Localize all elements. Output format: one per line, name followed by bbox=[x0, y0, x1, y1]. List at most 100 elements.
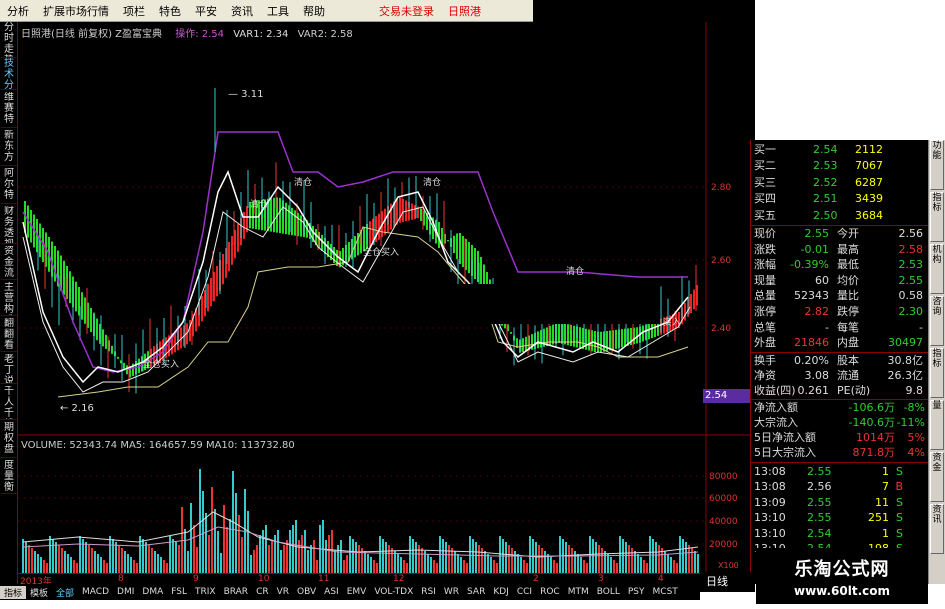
sidebar-tab[interactable]: 技术分析 bbox=[1, 58, 17, 90]
fund-label: 收益(四) bbox=[754, 383, 796, 397]
sidebar-tab[interactable]: 期权盘 bbox=[1, 422, 17, 458]
volume-bar bbox=[316, 560, 318, 573]
indicator-tab[interactable]: VR bbox=[273, 587, 293, 597]
volume-bar bbox=[667, 554, 669, 573]
volume-bar bbox=[397, 554, 399, 573]
x-tick-label: 10 bbox=[258, 574, 270, 584]
indicator-tab[interactable]: EMV bbox=[343, 587, 371, 597]
volume-bar bbox=[511, 548, 513, 573]
menu-item-help[interactable]: 帮助 bbox=[296, 3, 332, 19]
money-flow-row: 净流入额 -106.6万 -8% bbox=[751, 400, 929, 416]
indicator-tab[interactable]: MACD bbox=[78, 587, 113, 597]
annotation-buy-2: 全仓买入 bbox=[363, 246, 399, 258]
sidebar-tab[interactable]: 翻翻看 bbox=[1, 318, 17, 352]
indicator-tab[interactable]: MCST bbox=[649, 587, 682, 597]
indicator-tab[interactable]: BRAR bbox=[220, 587, 252, 597]
indicator-tab[interactable]: 全部 bbox=[52, 586, 78, 599]
volume-bar bbox=[487, 554, 489, 573]
money-flow-row: 5日大宗流入 871.8万 4% bbox=[751, 445, 929, 461]
band-bar bbox=[648, 323, 650, 340]
volume-bar bbox=[76, 563, 78, 573]
sidebar-tab[interactable]: 度量衡 bbox=[1, 460, 17, 494]
tick-price: 2.55 bbox=[807, 511, 832, 525]
volume-bar bbox=[616, 563, 618, 573]
tick-volume: 1 bbox=[882, 464, 889, 478]
volume-bar bbox=[550, 557, 552, 573]
volume-bar bbox=[136, 563, 138, 573]
volume-bar bbox=[472, 539, 474, 573]
order-book-row: 买三 2.52 6287 bbox=[751, 175, 929, 191]
quote-row: 总量 52343 量比 0.58 bbox=[751, 288, 929, 304]
indicator-tab[interactable]: FSL bbox=[167, 587, 191, 597]
indicator-tab[interactable]: WR bbox=[440, 587, 463, 597]
function-strip-tab[interactable]: 机构 bbox=[930, 244, 944, 294]
function-strip-tab[interactable]: 指标 bbox=[930, 348, 944, 398]
menu-item-analysis[interactable]: 分析 bbox=[0, 3, 36, 19]
indicator-tab[interactable]: SAR bbox=[463, 587, 489, 597]
indicator-tab[interactable]: MTM bbox=[564, 587, 593, 597]
indicator-tab[interactable]: BOLL bbox=[593, 587, 624, 597]
indicator-tab[interactable]: RSI bbox=[417, 587, 440, 597]
volume-bar bbox=[382, 539, 384, 573]
menu-item-column[interactable]: 项栏 bbox=[116, 3, 152, 19]
period-daily-button[interactable]: 日线 bbox=[700, 572, 755, 592]
volume-bar bbox=[334, 550, 336, 573]
function-strip-tab[interactable]: 资讯 bbox=[930, 504, 944, 554]
indicator-tab[interactable]: 指标 bbox=[0, 585, 27, 599]
function-strip-tab[interactable]: 咨询 bbox=[930, 296, 944, 346]
volume-bar bbox=[256, 545, 258, 573]
sidebar-tab[interactable]: 老丁说股 bbox=[1, 354, 17, 384]
volume-bar bbox=[601, 548, 603, 573]
sidebar-tab[interactable]: 财务透视 bbox=[1, 206, 17, 244]
band-bar bbox=[237, 224, 239, 252]
sidebar-tab[interactable]: 千人千线 bbox=[1, 386, 17, 420]
fund-value: 0.20% bbox=[794, 353, 829, 367]
flow-value: 871.8万 bbox=[852, 445, 896, 459]
indicator-tab[interactable]: OBV bbox=[293, 587, 320, 597]
band-bar bbox=[222, 254, 224, 285]
menu-item-pingan[interactable]: 平安 bbox=[188, 3, 224, 19]
sidebar-tab[interactable]: 维赛特 bbox=[1, 92, 17, 128]
indicator-tab[interactable]: DMI bbox=[113, 587, 138, 597]
menu-item-feature[interactable]: 特色 bbox=[152, 3, 188, 19]
indicator-tab[interactable]: ASI bbox=[320, 587, 343, 597]
indicator-tab[interactable]: DMA bbox=[138, 587, 167, 597]
indicator-tab-bar: 指标 模板 全部 MACD DMI DMA FSL TRIX BRAR CR VR OBV ASI EMV… bbox=[0, 584, 700, 600]
volume-bar bbox=[340, 540, 342, 573]
volume-bar bbox=[676, 563, 678, 573]
sidebar-tab[interactable]: 阿尔特 bbox=[1, 168, 17, 204]
indicator-tab[interactable]: TRIX bbox=[191, 587, 220, 597]
sidebar-tab[interactable]: 新东方 bbox=[1, 130, 17, 166]
sidebar-tab[interactable]: 主营构成 bbox=[1, 282, 17, 316]
volume-bar bbox=[370, 557, 372, 573]
indicator-tab[interactable]: 模板 bbox=[26, 586, 52, 599]
tick-row: 13:08 2.56 7 B bbox=[751, 479, 929, 495]
kline-chart-area[interactable]: 日照港(日线 前复权) Z盈富宝典 操作: 2.54 VAR1: 2.34 VA… bbox=[18, 22, 755, 592]
indicator-tab[interactable]: PSY bbox=[624, 587, 649, 597]
menu-item-info[interactable]: 资讯 bbox=[224, 3, 260, 19]
menu-item-tools[interactable]: 工具 bbox=[260, 3, 296, 19]
volume-bar bbox=[649, 536, 651, 573]
volume-bar bbox=[40, 557, 42, 573]
annotation-buy-3: 买入 bbox=[663, 317, 681, 328]
indicator-tab[interactable]: ROC bbox=[536, 587, 564, 597]
indicator-tab[interactable]: CR bbox=[252, 587, 273, 597]
volume-bar bbox=[322, 520, 324, 573]
band-bar bbox=[300, 215, 302, 237]
volume-bar bbox=[610, 557, 612, 573]
x-tick-label: 4 bbox=[658, 574, 664, 584]
indicator-tab[interactable]: VOL-TDX bbox=[370, 587, 417, 597]
function-strip-tab[interactable]: 指标 bbox=[930, 192, 944, 242]
volume-bar bbox=[142, 539, 144, 573]
volume-bar bbox=[91, 548, 93, 573]
indicator-tab[interactable]: CCI bbox=[513, 587, 536, 597]
function-strip-tab[interactable]: 资金 bbox=[930, 452, 944, 502]
function-strip-tab[interactable]: 功能 bbox=[930, 140, 944, 190]
sidebar-tab[interactable]: 资金流 bbox=[1, 246, 17, 280]
indicator-tab[interactable]: KDJ bbox=[489, 587, 513, 597]
volume-bar bbox=[697, 554, 699, 573]
function-strip-tab[interactable]: 量 bbox=[930, 400, 944, 450]
menu-item-ext-market[interactable]: 扩展市场行情 bbox=[36, 3, 116, 19]
trade-login-status[interactable]: 交易未登录 bbox=[372, 3, 441, 19]
sidebar-tab[interactable]: 分时走势 bbox=[1, 22, 17, 58]
